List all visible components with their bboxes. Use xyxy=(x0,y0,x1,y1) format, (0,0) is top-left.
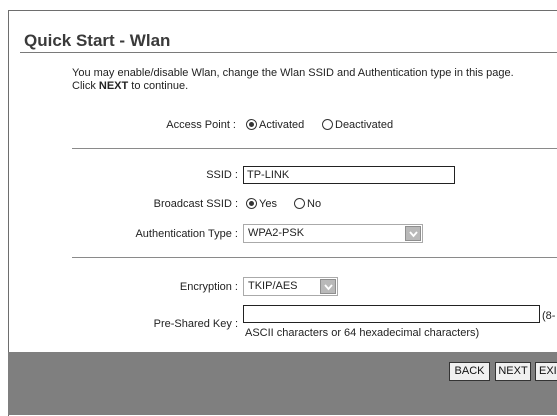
broadcast-ssid-no-label: No xyxy=(307,198,322,210)
description-line-2: Click NEXT to continue. xyxy=(72,80,557,93)
authentication-type-select[interactable]: WPA2-PSK xyxy=(243,224,423,243)
broadcast-ssid-label: Broadcast SSID : xyxy=(153,198,238,210)
description-prefix: Click xyxy=(72,80,99,92)
description-next-keyword: NEXT xyxy=(98,80,129,92)
chevron-down-icon[interactable] xyxy=(405,226,421,241)
encryption-value: TKIP/AES xyxy=(248,280,298,292)
pre-shared-key-format-hint: ASCII characters or 64 hexadecimal chara… xyxy=(245,327,480,339)
access-point-activated-radio[interactable] xyxy=(246,119,257,130)
broadcast-ssid-yes-radio[interactable] xyxy=(246,198,257,209)
description-line-1: You may enable/disable Wlan, change the … xyxy=(72,67,514,79)
broadcast-ssid-yes-option[interactable]: Yes xyxy=(246,198,277,210)
ssid-label: SSID : xyxy=(206,169,238,181)
broadcast-ssid-yes-label: Yes xyxy=(259,198,277,210)
authentication-type-label: Authentication Type : xyxy=(135,228,238,240)
pre-shared-key-label: Pre-Shared Key : xyxy=(153,318,238,330)
ssid-input[interactable]: TP-LINK xyxy=(243,166,455,184)
page-description: You may enable/disable Wlan, change the … xyxy=(72,67,557,93)
exit-button[interactable]: EXI xyxy=(535,362,557,381)
access-point-label: Access Point : xyxy=(166,119,236,131)
authentication-type-value: WPA2-PSK xyxy=(248,227,305,239)
next-button[interactable]: NEXT xyxy=(495,362,531,381)
broadcast-ssid-no-option[interactable]: No xyxy=(294,198,321,210)
page-title: Quick Start - Wlan xyxy=(24,31,171,50)
chevron-down-icon[interactable] xyxy=(320,279,336,294)
encryption-label: Encryption : xyxy=(179,281,238,293)
title-divider xyxy=(20,52,557,53)
access-point-activated-option[interactable]: Activated xyxy=(246,119,304,131)
pre-shared-key-input[interactable] xyxy=(243,305,540,323)
section-divider-2 xyxy=(72,257,557,258)
encryption-select[interactable]: TKIP/AES xyxy=(243,277,338,296)
access-point-deactivated-radio[interactable] xyxy=(322,119,333,130)
back-button[interactable]: BACK xyxy=(449,362,490,381)
access-point-activated-label: Activated xyxy=(259,119,305,131)
section-divider-1 xyxy=(72,148,557,149)
broadcast-ssid-no-radio[interactable] xyxy=(294,198,305,209)
access-point-deactivated-option[interactable]: Deactivated xyxy=(322,119,393,131)
access-point-deactivated-label: Deactivated xyxy=(335,119,394,131)
pre-shared-key-length-hint: (8- xyxy=(542,310,556,322)
description-suffix: to continue. xyxy=(128,80,189,92)
